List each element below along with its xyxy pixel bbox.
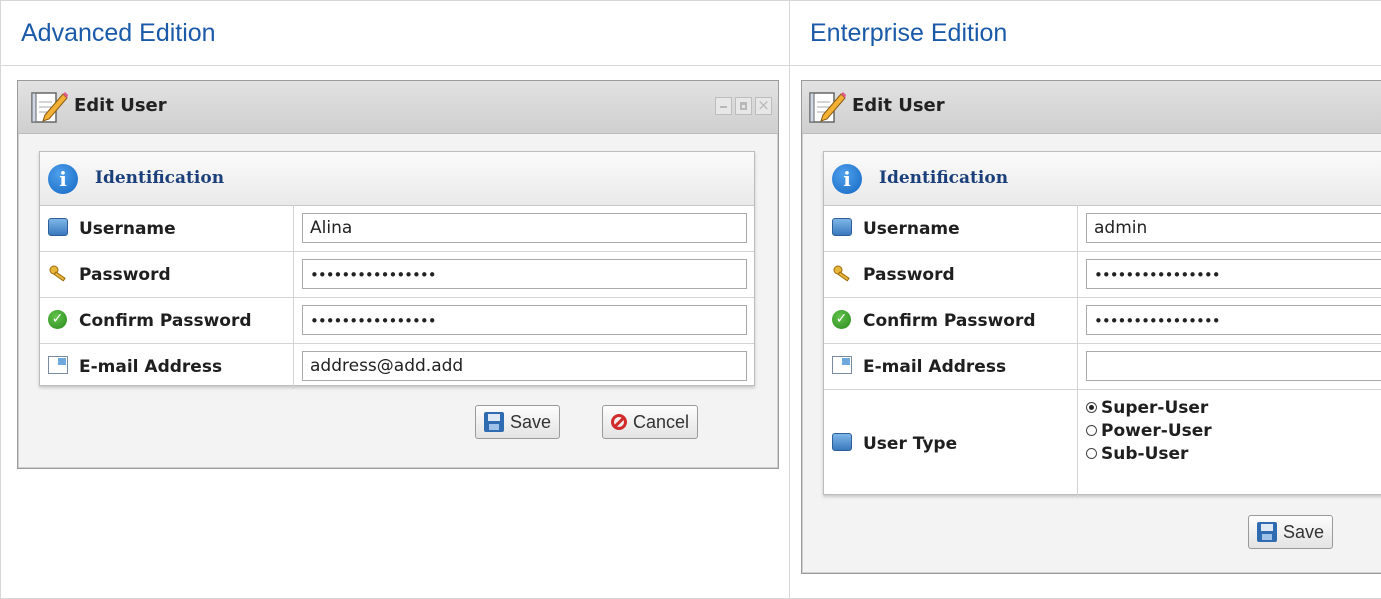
radio-unselected-icon <box>1086 448 1097 459</box>
field-label: Username <box>79 219 176 239</box>
edit-document-icon <box>30 88 68 124</box>
field-label: Username <box>863 219 960 239</box>
save-icon <box>484 412 504 432</box>
window-titlebar[interactable]: Edit User <box>18 81 778 134</box>
key-icon <box>832 264 852 282</box>
edit-document-icon <box>808 88 846 124</box>
enterprise-edition-header: Enterprise Edition <box>790 1 1381 66</box>
advanced-edition-cell: Edit User i Identification <box>1 66 790 599</box>
info-icon: i <box>832 164 862 194</box>
fieldset-header: i Identification <box>40 152 754 206</box>
radio-selected-icon <box>1086 402 1097 413</box>
email-field[interactable] <box>1086 351 1381 381</box>
radio-label: Super-User <box>1101 398 1208 418</box>
password-row: Password •••••••••••••••• <box>40 252 754 298</box>
maximize-icon[interactable] <box>735 97 752 115</box>
radio-label: Power-User <box>1101 421 1212 441</box>
info-icon: i <box>48 164 78 194</box>
cancel-button[interactable]: Cancel <box>602 405 698 439</box>
password-row: Password •••••••••••••••• <box>824 252 1381 298</box>
window-titlebar[interactable]: Edit User <box>802 81 1381 134</box>
email-row: E-mail Address <box>824 344 1381 390</box>
minimize-icon[interactable] <box>715 97 732 115</box>
check-icon: ✓ <box>48 310 67 329</box>
window-title: Edit User <box>74 95 167 116</box>
save-label: Save <box>1283 522 1324 543</box>
close-icon[interactable] <box>755 97 772 115</box>
username-row: Username admin <box>824 206 1381 252</box>
fieldset-title: Identification <box>95 168 224 188</box>
field-label: E-mail Address <box>863 357 1006 377</box>
cancel-label: Cancel <box>633 412 689 433</box>
enterprise-edition-cell: Edit User i Identification Username <box>790 66 1381 599</box>
cancel-icon <box>611 414 627 430</box>
edition-title: Enterprise Edition <box>790 19 1381 48</box>
username-row: Username Alina <box>40 206 754 252</box>
radio-label: Sub-User <box>1101 444 1188 464</box>
confirm-password-field[interactable]: •••••••••••••••• <box>1086 305 1381 335</box>
field-label: Confirm Password <box>863 311 1036 331</box>
edit-user-window: Edit User i Identification <box>17 80 779 469</box>
username-field[interactable]: admin <box>1086 213 1381 243</box>
radio-sub-user[interactable]: Sub-User <box>1086 442 1212 465</box>
editions-comparison-table: Advanced Edition Enterprise Edition <box>0 0 1381 599</box>
save-button[interactable]: Save <box>475 405 560 439</box>
confirm-password-row: ✓ Confirm Password •••••••••••••••• <box>824 298 1381 344</box>
save-button[interactable]: Save <box>1248 515 1333 549</box>
radio-unselected-icon <box>1086 425 1097 436</box>
edition-title: Advanced Edition <box>1 19 789 48</box>
password-field[interactable]: •••••••••••••••• <box>302 259 747 289</box>
field-label: Password <box>79 265 171 285</box>
field-label: E-mail Address <box>79 357 222 377</box>
key-icon <box>48 264 68 282</box>
fieldset-header: i Identification <box>824 152 1381 206</box>
user-type-icon <box>832 433 852 451</box>
field-label: User Type <box>863 434 957 454</box>
advanced-edition-header: Advanced Edition <box>1 1 790 66</box>
password-field[interactable]: •••••••••••••••• <box>1086 259 1381 289</box>
edit-user-window: Edit User i Identification Username <box>801 80 1381 574</box>
save-icon <box>1257 522 1277 542</box>
radio-super-user[interactable]: Super-User <box>1086 396 1212 419</box>
user-type-radio-group: Super-User Power-User Sub-User <box>1086 396 1212 465</box>
identification-fieldset: i Identification Username Alina <box>39 151 755 386</box>
email-field[interactable]: address@add.add <box>302 351 747 381</box>
username-field[interactable]: Alina <box>302 213 747 243</box>
identification-fieldset: i Identification Username admin <box>823 151 1381 495</box>
window-controls <box>715 97 772 115</box>
confirm-password-field[interactable]: •••••••••••••••• <box>302 305 747 335</box>
save-label: Save <box>510 412 551 433</box>
field-label: Confirm Password <box>79 311 252 331</box>
user-card-icon <box>48 218 68 236</box>
email-icon <box>48 356 68 374</box>
email-row: E-mail Address address@add.add <box>40 344 754 389</box>
user-card-icon <box>832 218 852 236</box>
field-label: Password <box>863 265 955 285</box>
confirm-password-row: ✓ Confirm Password •••••••••••••••• <box>40 298 754 344</box>
fieldset-title: Identification <box>879 168 1008 188</box>
check-icon: ✓ <box>832 310 851 329</box>
email-icon <box>832 356 852 374</box>
user-type-row: User Type Super-User Power-User <box>824 390 1381 498</box>
radio-power-user[interactable]: Power-User <box>1086 419 1212 442</box>
window-title: Edit User <box>852 95 945 116</box>
